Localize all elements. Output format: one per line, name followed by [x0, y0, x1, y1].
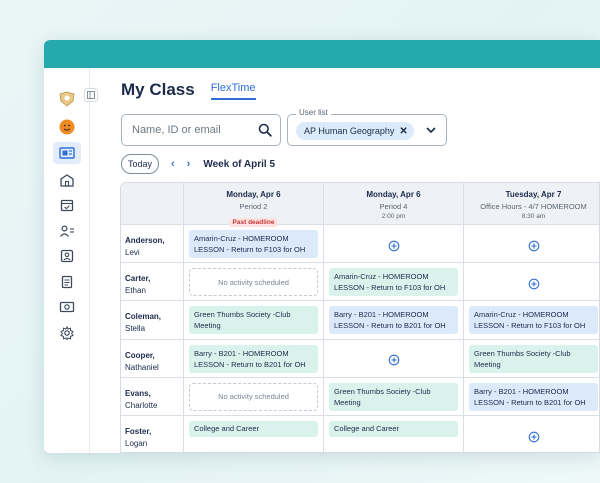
calendar-icon[interactable]	[53, 194, 81, 216]
column-time: 2:00 pm	[381, 213, 406, 220]
avatar-icon[interactable]	[53, 116, 81, 138]
no-activity-placeholder[interactable]: No activity scheduled	[189, 268, 318, 297]
no-activity-placeholder[interactable]: No activity scheduled	[189, 382, 318, 411]
student-first-name: Nathaniel	[125, 362, 159, 372]
chip-label: AP Human Geography	[304, 126, 395, 136]
column-header: Monday, Apr 6 Period 4 2:00 pm	[324, 183, 464, 225]
app-window: My Class FlexTime Name, ID or email User…	[44, 40, 600, 453]
add-activity-icon[interactable]	[528, 238, 539, 251]
next-week-button[interactable]: ›	[187, 158, 191, 170]
schedule-cell	[464, 225, 599, 264]
activity-card[interactable]: Barry - B201 - HOMEROOM LESSON - Return …	[189, 344, 318, 373]
logo-icon	[53, 88, 81, 110]
activity-card[interactable]: Green Thumbs Society -Club Meeting	[189, 306, 318, 335]
column-day: Tuesday, Apr 7	[505, 190, 562, 199]
student-name: Cooper, Nathaniel	[121, 339, 184, 378]
activity-card[interactable]: Barry - B201 - HOMEROOM LESSON - Return …	[329, 306, 458, 335]
student-name: Coleman, Stella	[121, 301, 184, 340]
add-activity-icon[interactable]	[528, 276, 539, 290]
schedule-cell: Green Thumbs Society -Club Meeting	[464, 340, 599, 378]
schedule-cell	[324, 225, 464, 264]
activity-card[interactable]: Barry - B201 - HOMEROOM LESSON - Return …	[469, 382, 598, 411]
user-list-label: User list	[296, 108, 331, 117]
activity-card[interactable]: College and Career	[329, 421, 458, 437]
student-first-name: Logan	[125, 439, 148, 448]
schedule-cell: No activity scheduled	[184, 263, 324, 302]
schedule-cell: College and Career	[324, 416, 464, 452]
tab-flextime[interactable]: FlexTime	[210, 82, 256, 100]
schedule-cell	[464, 263, 599, 302]
column-header: Tuesday, Apr 7 Office Hours - 4/7 HOMEROO…	[464, 183, 599, 225]
flextime-icon[interactable]	[53, 142, 81, 164]
column-day: Monday, Apr 6	[366, 190, 421, 199]
id-card-icon[interactable]	[53, 296, 81, 318]
week-navigation: Today ‹ › Week of April 5	[121, 154, 275, 174]
student-name: Evans, Charlotte	[121, 377, 184, 416]
user-list-select[interactable]: User list AP Human Geography ✕	[287, 108, 447, 146]
student-last-name: Coleman,	[125, 312, 162, 322]
schedule-cell: Green Thumbs Society -Club Meeting	[184, 301, 324, 340]
contact-card-icon[interactable]	[53, 245, 81, 267]
today-button[interactable]: Today	[121, 154, 159, 174]
schedule-grid: Monday, Apr 6 Period 2 Past deadline Monday…	[120, 182, 600, 453]
add-activity-icon[interactable]	[388, 353, 399, 366]
column-period: Period 2	[239, 202, 268, 211]
student-last-name: Anderson,	[125, 236, 165, 245]
schedule-cell	[464, 416, 599, 452]
activity-card[interactable]: College and Career	[189, 421, 318, 437]
schedule-cell: Barry - B201 - HOMEROOM LESSON - Return …	[184, 339, 324, 378]
search-input[interactable]: Name, ID or email	[121, 114, 281, 146]
main-content: My Class FlexTime Name, ID or email User…	[90, 68, 600, 453]
column-day: Monday, Apr 6	[226, 190, 281, 199]
sidebar	[44, 68, 90, 453]
activity-card[interactable]: Amarin-Cruz - HOMEROOM LESSON - Return t…	[469, 306, 598, 335]
student-name: Foster, Logan	[121, 416, 184, 452]
search-icon[interactable]	[258, 123, 272, 137]
student-last-name: Carter,	[125, 274, 151, 284]
schedule-cell: Amarin-Cruz - HOMEROOM LESSON - Return t…	[324, 263, 464, 302]
top-bar	[44, 40, 600, 68]
column-time: 8:30 am	[521, 213, 546, 220]
week-label: Week of April 5	[203, 158, 276, 170]
activity-card[interactable]: Green Thumbs Society -Club Meeting	[469, 344, 598, 373]
chevron-down-icon[interactable]	[425, 124, 437, 136]
column-period: Period 4	[379, 202, 408, 211]
student-last-name: Foster,	[125, 427, 152, 436]
activity-card[interactable]: Green Thumbs Society -Club Meeting	[329, 382, 458, 411]
page-title: My Class	[121, 80, 195, 99]
add-activity-icon[interactable]	[528, 429, 539, 442]
schedule-cell: College and Career	[184, 416, 324, 452]
student-name: Anderson, Levi	[121, 225, 184, 264]
grid-corner	[121, 183, 184, 225]
schedule-cell: Barry - B201 - HOMEROOM LESSON - Return …	[464, 378, 599, 416]
activity-card[interactable]: Amarin-Cruz - HOMEROOM LESSON - Return t…	[329, 268, 458, 297]
remove-chip-icon[interactable]: ✕	[399, 126, 407, 137]
student-first-name: Levi	[125, 248, 140, 257]
student-first-name: Ethan	[125, 286, 146, 296]
activity-card[interactable]: Amarin-Cruz - HOMEROOM LESSON - Return t…	[189, 230, 318, 258]
user-list-chip: AP Human Geography ✕	[296, 122, 414, 140]
student-last-name: Cooper,	[125, 350, 155, 360]
schedule-cell: Amarin-Cruz - HOMEROOM LESSON - Return t…	[184, 225, 324, 264]
school-icon[interactable]	[53, 169, 81, 191]
schedule-cell: Green Thumbs Society -Club Meeting	[324, 377, 464, 416]
column-period: Office Hours - 4/7 HOMEROOM	[480, 202, 587, 211]
users-icon[interactable]	[53, 220, 81, 242]
search-placeholder: Name, ID or email	[132, 124, 221, 136]
student-first-name: Stella	[125, 324, 146, 334]
schedule-cell: Amarin-Cruz - HOMEROOM LESSON - Return t…	[464, 301, 599, 340]
column-header: Monday, Apr 6 Period 2 Past deadline	[184, 183, 324, 227]
settings-icon[interactable]	[53, 322, 81, 344]
student-last-name: Evans,	[125, 388, 151, 398]
document-icon[interactable]	[53, 271, 81, 293]
schedule-cell: Barry - B201 - HOMEROOM LESSON - Return …	[324, 301, 464, 340]
add-activity-icon[interactable]	[388, 238, 399, 251]
student-first-name: Charlotte	[125, 400, 158, 410]
student-name: Carter, Ethan	[121, 263, 184, 302]
schedule-cell	[324, 339, 464, 378]
schedule-cell: No activity scheduled	[184, 377, 324, 416]
title-row: My Class FlexTime	[121, 80, 256, 100]
prev-week-button[interactable]: ‹	[171, 158, 175, 170]
